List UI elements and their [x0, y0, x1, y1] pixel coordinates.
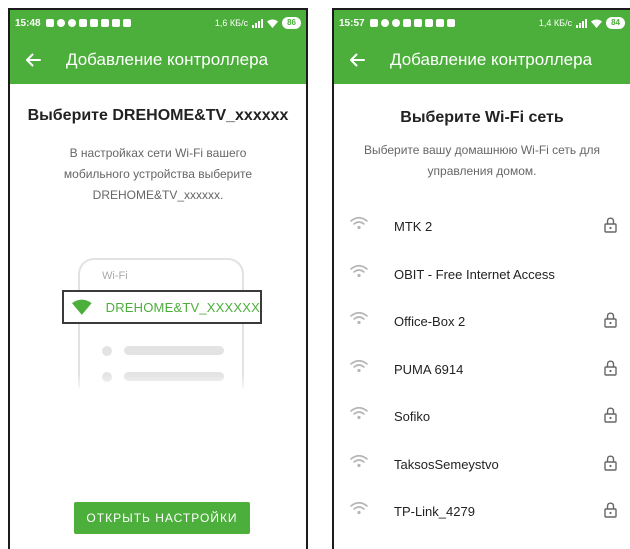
wifi-network-row[interactable]: TP-Link_4279 — [334, 488, 630, 536]
wifi-network-name: Sofiko — [394, 409, 431, 425]
wifi-network-row[interactable]: Sofiko — [334, 393, 630, 441]
bluetooth-icon — [100, 19, 109, 27]
home-icon — [45, 19, 54, 27]
open-settings-button[interactable]: ОТКРЫТЬ НАСТРОЙКИ — [74, 502, 250, 534]
wifi-signal-icon — [350, 406, 368, 425]
status-time: 15:48 — [15, 17, 41, 29]
lock-icon — [604, 359, 617, 381]
notification-icons — [45, 19, 131, 27]
check-icon — [380, 19, 389, 27]
back-arrow-icon[interactable] — [24, 51, 42, 69]
lock-icon — [604, 502, 617, 523]
signal-icon — [576, 18, 588, 28]
status-time: 15:57 — [339, 17, 365, 29]
wifi-status-icon — [591, 19, 603, 28]
app-icon — [391, 19, 400, 27]
app-icon — [67, 19, 76, 27]
illustration-wifi-label: Wi-Fi — [102, 270, 128, 282]
bluetooth-icon — [424, 19, 433, 27]
lock-icon — [604, 312, 617, 333]
lock-icon — [604, 217, 617, 238]
status-bar: 15:48 1,6 КБ/с 86 — [10, 10, 306, 36]
illustration-dot — [102, 346, 112, 356]
battery-indicator: 84 — [606, 17, 625, 29]
wifi-signal-icon — [350, 216, 368, 235]
mail-icon — [402, 19, 411, 27]
illustration-network-name: DREHOME&TV_XXXXXX — [105, 299, 260, 315]
wifi-signal-icon — [350, 264, 368, 283]
check-icon — [56, 19, 65, 27]
wifi-network-row[interactable]: Office-Box 2 — [334, 298, 630, 346]
network-speed: 1,6 КБ/с — [214, 18, 249, 28]
wifi-network-name: OBIT - Free Internet Access — [394, 266, 555, 282]
battery-indicator: 86 — [282, 17, 301, 29]
wifi-icon — [72, 299, 92, 315]
wifi-network-name: TaksosSemeystvo — [394, 456, 499, 472]
wifi-network-name: Office-Box 2 — [394, 314, 466, 330]
wifi-network-row[interactable]: MTK 2 — [334, 203, 630, 251]
wifi-signal-icon — [350, 311, 368, 330]
wifi-signal-icon — [350, 359, 368, 378]
wifi-network-name: MTK 2 — [394, 219, 433, 235]
network-speed: 1,4 КБ/с — [538, 18, 573, 28]
wifi-network-list: MTK 2 OBIT - Free Internet Access Office-B… — [334, 203, 630, 536]
wifi-network-row[interactable]: TaksosSemeystvo — [334, 441, 630, 489]
phone-screen-select-controller: 15:48 1,6 КБ/с 86 Добавление контроллера… — [8, 8, 308, 549]
app-bar: Добавление контроллера — [334, 36, 630, 84]
app-bar-title: Добавление контроллера — [66, 50, 269, 69]
app-bar-title: Добавление контроллера — [390, 50, 593, 69]
back-arrow-icon[interactable] — [348, 51, 366, 69]
home-icon — [369, 19, 378, 27]
mail-icon — [78, 19, 87, 27]
page-heading: Выберите DREHOME&TV_xxxxxx — [27, 107, 289, 124]
wifi-signal-icon — [350, 501, 368, 520]
trash-icon — [111, 19, 120, 27]
notification-icons — [369, 19, 455, 27]
status-bar: 15:57 1,4 КБ/с 84 — [334, 10, 630, 36]
app-bar: Добавление контроллера — [10, 36, 306, 84]
wifi-network-row[interactable]: OBIT - Free Internet Access — [334, 251, 630, 299]
lock-icon — [604, 407, 617, 428]
trash-icon — [435, 19, 444, 27]
wifi-network-row[interactable]: PUMA 6914 — [334, 346, 630, 394]
signal-icon — [252, 18, 264, 28]
trash-icon — [446, 19, 455, 27]
wifi-network-name: TP-Link_4279 — [394, 504, 475, 520]
trash-icon — [122, 19, 131, 27]
illustration-fade — [76, 374, 246, 394]
page-heading: Выберите Wi-Fi сеть — [400, 109, 564, 126]
wifi-status-icon — [267, 19, 279, 28]
page-description: Выберите вашу домашнюю Wi-Fi сеть для уп… — [363, 143, 601, 178]
page-description: В настройках сети Wi-Fi вашего мобильног… — [63, 146, 253, 202]
lock-icon — [604, 454, 617, 476]
phone-screen-select-wifi: 15:57 1,4 КБ/с 84 Добавление контроллера… — [332, 8, 630, 549]
wifi-signal-icon — [350, 454, 368, 473]
gallery-icon — [89, 19, 98, 27]
illustration-network-highlight: DREHOME&TV_XXXXXX — [62, 290, 262, 324]
illustration-bar — [124, 346, 224, 355]
wifi-network-name: PUMA 6914 — [394, 361, 464, 377]
gallery-icon — [413, 19, 422, 27]
